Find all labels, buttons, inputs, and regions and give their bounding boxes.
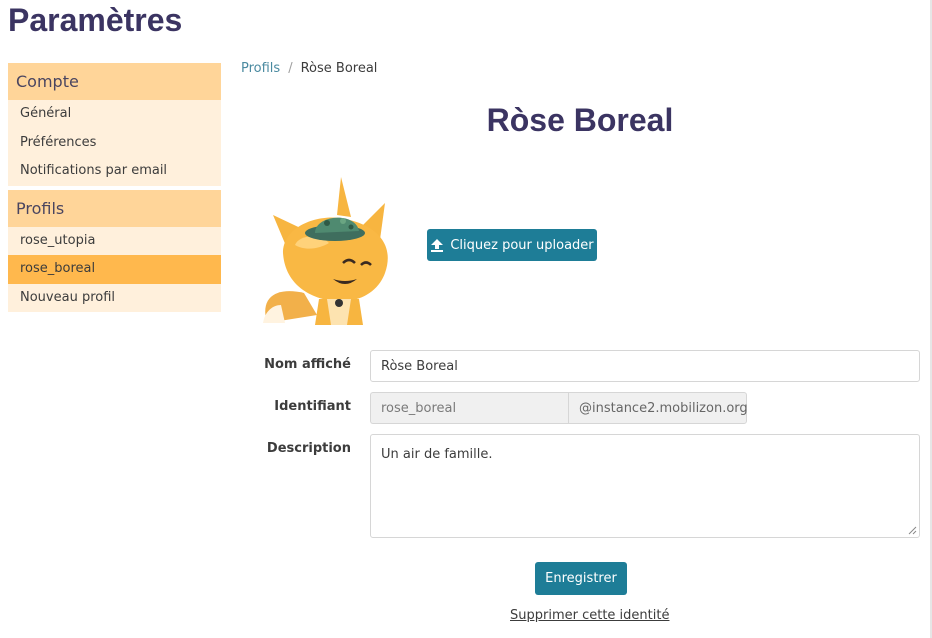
profile-title: Ròse Boreal: [486, 102, 674, 138]
resize-grip-icon[interactable]: [907, 525, 917, 535]
upload-icon: [431, 239, 444, 252]
menu-head-compte: Compte: [8, 63, 221, 100]
menu-head-profils: Profils: [8, 189, 221, 227]
instance-suffix: @instance2.mobilizon.org: [568, 392, 748, 424]
sidebar-item-email-notifications[interactable]: Notifications par email: [8, 157, 221, 186]
breadcrumb-profils-link[interactable]: Profils: [241, 61, 280, 76]
menu-group-compte: Compte Général Préférences Notifications…: [8, 63, 221, 186]
sidebar-item-preferences[interactable]: Préférences: [8, 128, 221, 157]
description-textarea[interactable]: Un air de famille.: [370, 434, 920, 538]
menu-group-profils: Profils rose_utopia rose_boreal Nouveau …: [8, 189, 221, 312]
breadcrumb: Profils / Ròse Boreal: [241, 61, 377, 76]
sidebar-item-new-profile[interactable]: Nouveau profil: [8, 283, 221, 312]
upload-button-label: Cliquez pour uploader: [450, 237, 594, 253]
sidebar-item-rose-utopia[interactable]: rose_utopia: [8, 226, 221, 255]
page-title: Paramètres: [8, 2, 183, 38]
fox-mascot-avatar: [259, 175, 399, 325]
description-text: Un air de famille.: [381, 447, 493, 462]
breadcrumb-separator: /: [288, 61, 293, 76]
breadcrumb-current: Ròse Boreal: [300, 61, 378, 76]
sidebar-item-general[interactable]: Général: [8, 100, 221, 129]
upload-avatar-button[interactable]: Cliquez pour uploader: [427, 229, 597, 261]
sidebar-item-rose-boreal[interactable]: rose_boreal: [8, 255, 221, 284]
display-name-label: Nom affiché: [264, 357, 351, 372]
description-label: Description: [266, 441, 351, 456]
save-button[interactable]: Enregistrer: [535, 562, 627, 595]
display-name-input[interactable]: Ròse Boreal: [370, 350, 920, 382]
identifier-input: rose_boreal: [370, 392, 568, 424]
delete-identity-link[interactable]: Supprimer cette identité: [510, 608, 669, 623]
identifier-label: Identifiant: [274, 399, 351, 414]
settings-sidebar: Compte Général Préférences Notifications…: [8, 63, 221, 316]
